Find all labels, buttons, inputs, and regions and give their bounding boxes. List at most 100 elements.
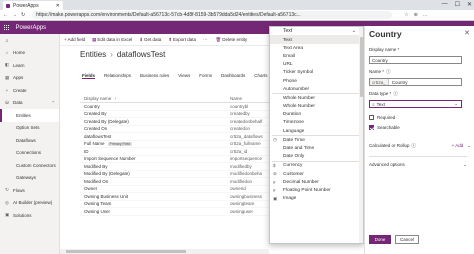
display-name-text[interactable]: dataflowsTest: [84, 134, 111, 139]
dropdown-option[interactable]: ⊚ Customer: [270, 170, 363, 178]
dropdown-option[interactable]: # Decimal Number: [270, 178, 363, 186]
display-name-text[interactable]: Modified On: [84, 179, 108, 184]
name-input[interactable]: cr52a_ Country: [369, 78, 462, 86]
edit-excel-button[interactable]: ▦Edit data in Excel: [92, 37, 132, 43]
dropdown-option[interactable]: Whole Number: [270, 103, 363, 111]
forward-icon[interactable]: →: [12, 12, 17, 18]
dropdown-option[interactable]: Date and Time: [270, 144, 363, 152]
tab-fields[interactable]: Fields: [82, 73, 96, 79]
dropdown-option[interactable]: Phone: [270, 77, 363, 85]
cancel-button[interactable]: Cancel: [395, 235, 419, 244]
nav-item-apps[interactable]: ▦ Apps: [0, 72, 59, 85]
nav-sub-custom-connectors[interactable]: Custom Connectors: [0, 159, 59, 172]
nav-item-learn[interactable]: ◧ Learn: [0, 59, 59, 72]
nav-item-ai-builder[interactable]: ◎ AI Builder (preview): [0, 197, 59, 210]
nav-item-solutions[interactable]: ▣ Solutions: [0, 209, 59, 222]
dropdown-current-value[interactable]: Text ⌄: [270, 27, 363, 36]
delete-entity-button[interactable]: 🗑Delete entity: [216, 37, 248, 43]
table-row[interactable]: Country countrybl: [80, 103, 275, 111]
table-row[interactable]: Modified By (Delegate) modifiedonbeha: [80, 171, 275, 178]
more-icon[interactable]: …: [423, 12, 428, 18]
nav-sub-dataflows[interactable]: Dataflows: [0, 134, 59, 147]
display-name-text[interactable]: Owning Team: [84, 201, 111, 206]
refresh-icon[interactable]: ↻: [21, 12, 25, 18]
table-row[interactable]: Owning Team owningteam: [80, 201, 275, 208]
add-calculated-button[interactable]: + Add: [452, 143, 464, 149]
table-row[interactable]: Created By createdby: [80, 111, 275, 118]
done-button[interactable]: Done: [369, 235, 391, 244]
data-type-select[interactable]: ≡ Text ⌄: [369, 100, 462, 108]
breadcrumb-entities[interactable]: Entities: [80, 50, 106, 59]
table-row[interactable]: Modified On modifiedon: [80, 178, 275, 186]
dropdown-option[interactable]: $ Currency: [270, 162, 363, 170]
searchable-checkbox[interactable]: Searchable: [369, 125, 400, 130]
display-name-text[interactable]: Owning User: [84, 209, 110, 214]
get-data-button[interactable]: ⬇Get data: [139, 37, 161, 43]
column-header-display-name[interactable]: Display name: [84, 96, 111, 101]
dropdown-option[interactable]: Text Area: [270, 44, 363, 52]
dropdown-option[interactable]: Timezone: [270, 119, 363, 127]
horizontal-scroll-thumb[interactable]: [66, 250, 186, 253]
info-icon[interactable]: ⓘ: [412, 143, 417, 149]
required-checkbox[interactable]: Required: [369, 115, 395, 120]
dropdown-option[interactable]: Ticker Symbol: [270, 69, 363, 77]
display-name-text[interactable]: Import Sequence Number: [84, 156, 136, 161]
advanced-options-toggle[interactable]: Advanced options ⌄: [369, 162, 467, 168]
table-row[interactable]: Owning User owninguser: [80, 208, 275, 216]
dropdown-option[interactable]: ◷ Date Time: [270, 136, 363, 144]
maximize-button[interactable]: ☐: [455, 1, 460, 8]
table-row[interactable]: Import Sequence Number importsequence: [80, 156, 275, 163]
tab-forms[interactable]: Forms: [199, 73, 212, 79]
table-row[interactable]: ID cr52a_id: [80, 148, 275, 156]
dropdown-option[interactable]: Duration: [270, 111, 363, 119]
display-name-text[interactable]: Full Name: [84, 141, 105, 146]
dropdown-option[interactable]: # Floating Point Number: [270, 186, 363, 194]
table-row[interactable]: Modified By modifiedby: [80, 163, 275, 171]
display-name-text[interactable]: Created By (Delegate): [84, 119, 129, 124]
table-row[interactable]: Owner ownerid: [80, 186, 275, 193]
table-row[interactable]: Created By (Delegate) createdonbehalf: [80, 118, 275, 126]
close-window-button[interactable]: ✕: [467, 1, 472, 8]
display-name-text[interactable]: Modified By: [84, 164, 108, 169]
close-icon[interactable]: ✕: [464, 29, 470, 37]
table-row[interactable]: dataflowsTest cr52a_dataflows: [80, 133, 275, 141]
nav-sub-option-sets[interactable]: Option Sets: [0, 122, 59, 135]
nav-item-flows[interactable]: ↻ Flows: [0, 184, 59, 197]
scroll-thumb[interactable]: [359, 37, 363, 97]
dropdown-scrollbar[interactable]: [359, 27, 363, 243]
display-name-text[interactable]: Created By: [84, 111, 107, 116]
display-name-input[interactable]: Country: [369, 56, 462, 64]
dropdown-option[interactable]: Autonumber: [270, 85, 363, 93]
info-icon[interactable]: ⓘ: [386, 69, 391, 75]
dropdown-option[interactable]: ▣ Image: [270, 195, 363, 203]
tab-relationships[interactable]: Relationships: [104, 73, 131, 79]
dropdown-option[interactable]: Language: [270, 127, 363, 135]
nav-sub-connections[interactable]: Connections: [0, 147, 59, 160]
tab-charts[interactable]: Charts: [254, 73, 267, 79]
address-field[interactable]: https://make.powerapps.com/environments/…: [32, 11, 393, 19]
profile-icon[interactable]: ⊕: [414, 12, 418, 18]
chevron-down-icon[interactable]: ⌄: [467, 143, 471, 149]
display-name-text[interactable]: Created On: [84, 126, 107, 131]
dropdown-option[interactable]: Whole Number: [270, 94, 363, 102]
minimize-button[interactable]: —: [442, 1, 448, 8]
tab-close-icon[interactable]: ✕: [56, 3, 60, 9]
tab-dashboards[interactable]: Dashboards: [221, 73, 245, 79]
display-name-text[interactable]: Modified By (Delegate): [84, 171, 130, 176]
tab-business-rules[interactable]: Business rules: [140, 73, 169, 79]
display-name-text[interactable]: Owner: [84, 186, 97, 191]
favorite-icon[interactable]: ☆: [404, 12, 408, 18]
table-row[interactable]: Created On createdon: [80, 126, 275, 133]
nav-item-data[interactable]: ⛁ Data ⌃: [0, 97, 59, 110]
dropdown-option[interactable]: Email: [270, 52, 363, 60]
display-name-text[interactable]: ID: [84, 149, 89, 154]
nav-sub-entities[interactable]: Entities: [0, 109, 59, 122]
add-field-button[interactable]: +Add field: [64, 37, 85, 42]
nav-item-home[interactable]: ⌂ Home: [0, 47, 59, 60]
nav-sub-gateways[interactable]: Gateways: [0, 172, 59, 185]
more-commands-button[interactable]: ⋯: [203, 37, 209, 43]
export-data-button[interactable]: ⬆Export data: [168, 37, 196, 43]
display-name-text[interactable]: Owning Business Unit: [84, 194, 128, 199]
back-icon[interactable]: ←: [3, 12, 8, 18]
nav-collapse[interactable]: ≡: [0, 34, 59, 47]
